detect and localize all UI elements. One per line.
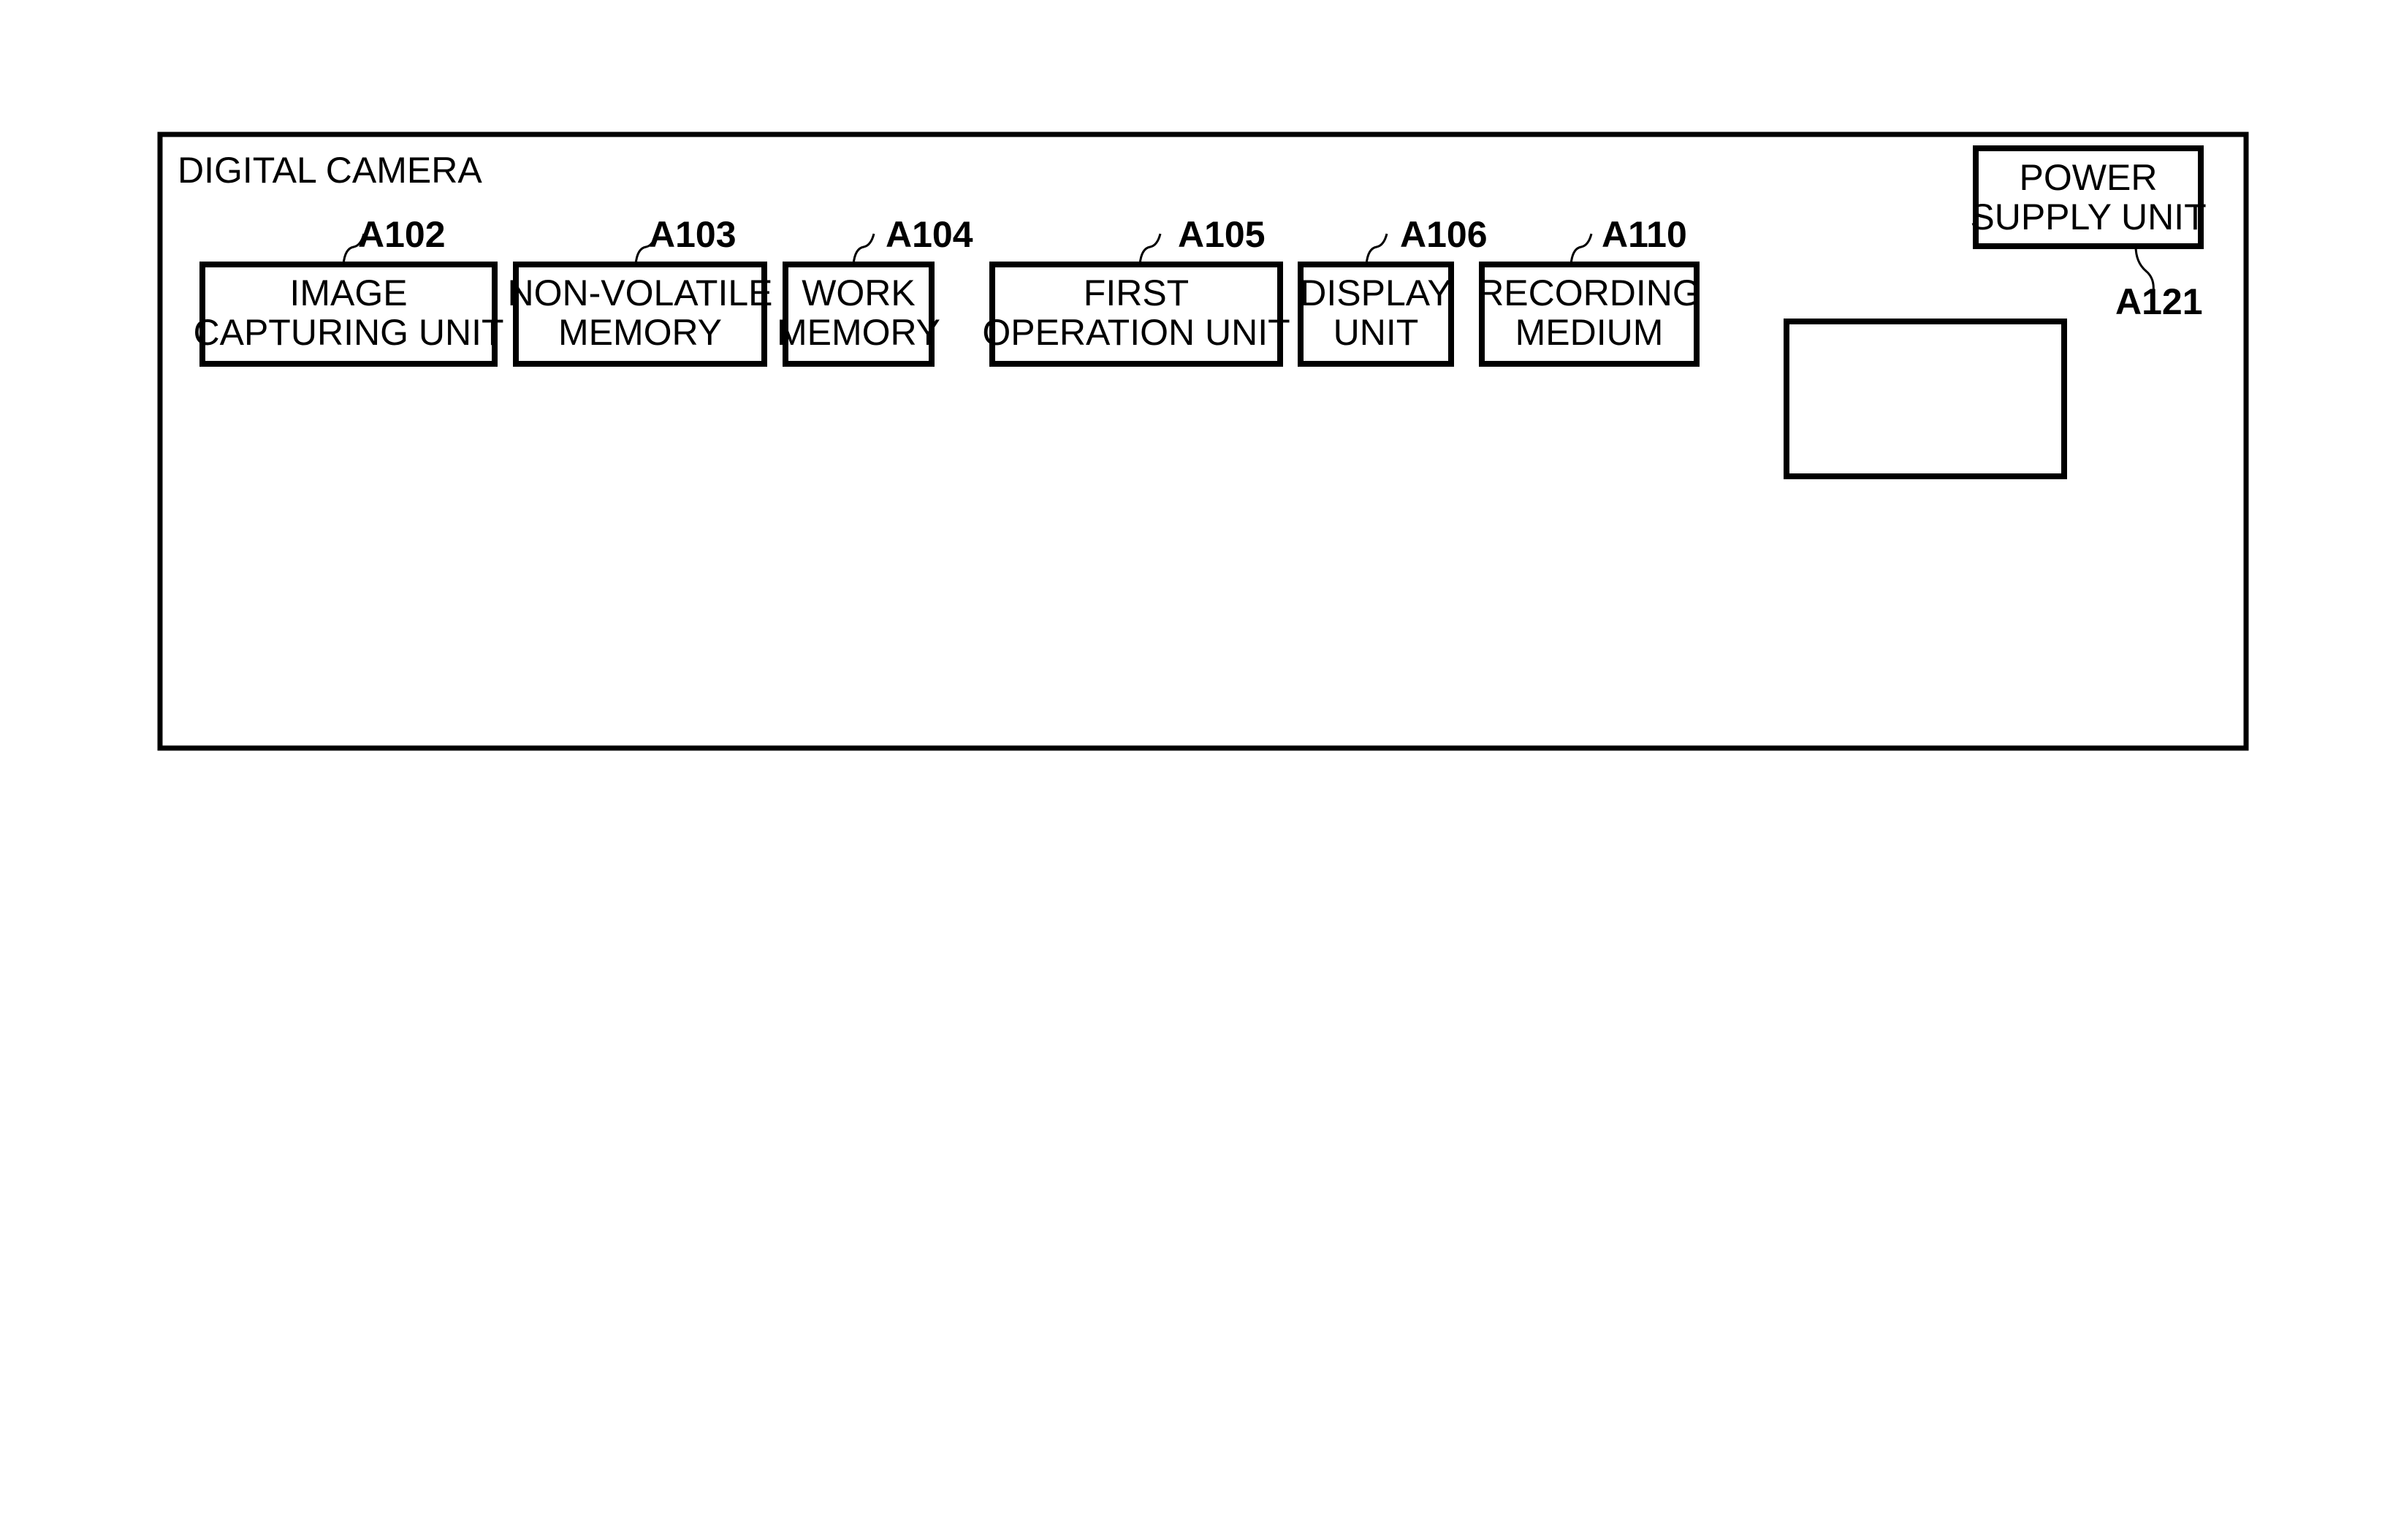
digital-camera-title: DIGITAL CAMERA	[178, 150, 482, 191]
svg-text:IMAGE: IMAGE	[289, 272, 407, 313]
camera-block-display-unit: DISPLAY UNIT A106	[1298, 214, 1488, 367]
ref-label: A121	[2115, 281, 2203, 322]
svg-text:POWER: POWER	[2020, 157, 2158, 198]
ref-label: A110	[1602, 214, 1687, 255]
svg-text:RECORDING: RECORDING	[1477, 272, 1701, 313]
svg-text:SUPPLY UNIT: SUPPLY UNIT	[1970, 197, 2206, 237]
svg-text:WORK: WORK	[802, 272, 916, 313]
camera-block-first-operation-unit: FIRST OPERATION UNIT A105	[982, 214, 1290, 367]
svg-text:MEMORY: MEMORY	[558, 312, 722, 353]
svg-text:MEDIUM: MEDIUM	[1515, 312, 1664, 353]
svg-text:MEMORY: MEMORY	[777, 312, 940, 353]
svg-text:CAPTURING UNIT: CAPTURING UNIT	[194, 312, 504, 353]
camera-block-work-memory: WORK MEMORY A104	[777, 214, 973, 367]
ref-label: A103	[649, 214, 737, 255]
ref-label: A106	[1400, 214, 1488, 255]
second-operation-unit	[1784, 319, 2067, 479]
block-diagram: DIGITAL CAMERA IMAGE CAPTURING UNIT A102…	[157, 131, 2249, 751]
camera-block-non-volatile-memory: NON-VOLATILE MEMORY A103	[507, 214, 773, 367]
ref-label: A105	[1178, 214, 1266, 255]
power-supply-unit: POWER SUPPLY UNIT A121	[1970, 145, 2207, 322]
svg-text:DISPLAY: DISPLAY	[1300, 272, 1452, 313]
svg-text:FIRST: FIRST	[1084, 272, 1189, 313]
ref-label: A102	[358, 214, 446, 255]
camera-block-recording-medium: RECORDING MEDIUM A110	[1477, 214, 1701, 367]
svg-text:UNIT: UNIT	[1333, 312, 1419, 353]
svg-text:OPERATION UNIT: OPERATION UNIT	[982, 312, 1290, 353]
svg-text:NON-VOLATILE: NON-VOLATILE	[507, 272, 772, 313]
ref-label: A104	[886, 214, 973, 255]
camera-block-image-capturing: IMAGE CAPTURING UNIT A102	[194, 214, 504, 367]
